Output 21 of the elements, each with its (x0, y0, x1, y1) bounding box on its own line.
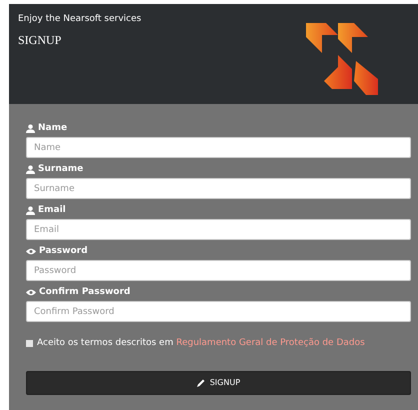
header-subtitle: Enjoy the Nearsoft services (18, 13, 142, 25)
field-label: Email (38, 204, 66, 217)
input-field[interactable]: Password (26, 260, 411, 281)
user-icon (26, 124, 35, 133)
input-field[interactable]: Surname (26, 178, 411, 199)
input-field[interactable]: Email (26, 219, 411, 240)
user-icon (26, 206, 35, 215)
terms-checkbox[interactable] (26, 340, 33, 348)
pencil-icon (196, 378, 205, 386)
field-label: Name (38, 122, 68, 135)
user-icon (26, 165, 35, 174)
terms-text: Aceito os termos descritos em Regulamento Geral de Proteção de Dados (37, 337, 365, 350)
eye-icon (26, 248, 36, 255)
field-label: Password (39, 244, 88, 258)
input-field[interactable]: Confirm Password (26, 301, 411, 322)
header-title: SIGNUP (18, 32, 62, 49)
field-label: Surname (38, 162, 84, 176)
eye-icon (26, 289, 36, 296)
input-field[interactable]: Name (26, 137, 411, 158)
signup-button[interactable]: SIGNUP (26, 370, 411, 394)
field-label: Confirm Password (39, 286, 130, 299)
